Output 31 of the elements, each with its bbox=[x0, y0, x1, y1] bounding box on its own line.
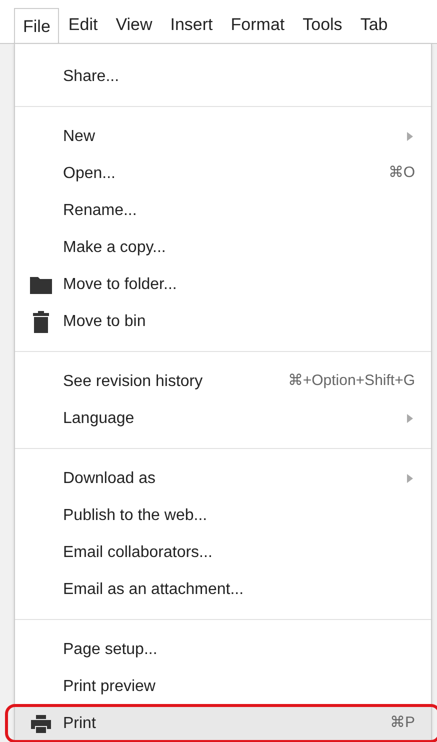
menu-tab[interactable]: Tools bbox=[294, 7, 352, 43]
menu-tab[interactable]: Tab bbox=[351, 7, 397, 43]
menu-item[interactable]: Make a copy... bbox=[15, 229, 431, 266]
shortcut-label: ⌘+Option+Shift+G bbox=[288, 371, 415, 392]
menu-item[interactable]: Open... ⌘O bbox=[15, 155, 431, 192]
menu-item[interactable]: Share... bbox=[15, 58, 431, 95]
shortcut-label: ⌘O bbox=[388, 163, 415, 184]
menu-tab[interactable]: Insert bbox=[161, 7, 222, 43]
shortcut-label: ⌘P bbox=[390, 713, 415, 734]
menu-item[interactable]: Print preview bbox=[15, 668, 431, 705]
menu-item[interactable]: Language bbox=[15, 400, 431, 437]
menu-item[interactable]: Email as an attachment... bbox=[15, 571, 431, 608]
menu-tab[interactable]: File bbox=[14, 8, 60, 44]
menu-item[interactable]: New bbox=[15, 118, 431, 155]
menu-item[interactable]: Rename... bbox=[15, 192, 431, 229]
trash-icon bbox=[33, 310, 49, 332]
menu-tab[interactable]: View bbox=[106, 7, 162, 43]
menu-tab[interactable]: Edit bbox=[59, 7, 107, 43]
submenu-arrow-icon bbox=[407, 414, 413, 423]
menu-item[interactable]: Page setup... bbox=[15, 631, 431, 668]
menu-item[interactable]: Download as bbox=[15, 460, 431, 497]
folder-icon bbox=[30, 276, 52, 294]
menu-item[interactable]: Publish to the web... bbox=[15, 497, 431, 534]
menu-item[interactable]: See revision history ⌘+Option+Shift+G bbox=[15, 363, 431, 400]
menu-item[interactable]: Email collaborators... bbox=[15, 534, 431, 571]
menu-item[interactable]: Move to folder... bbox=[15, 266, 431, 303]
submenu-arrow-icon bbox=[407, 474, 413, 483]
submenu-arrow-icon bbox=[407, 132, 413, 141]
menu-tab[interactable]: Format bbox=[222, 7, 294, 43]
menu-item[interactable]: Move to bin bbox=[15, 303, 431, 340]
printer-icon bbox=[31, 714, 51, 732]
